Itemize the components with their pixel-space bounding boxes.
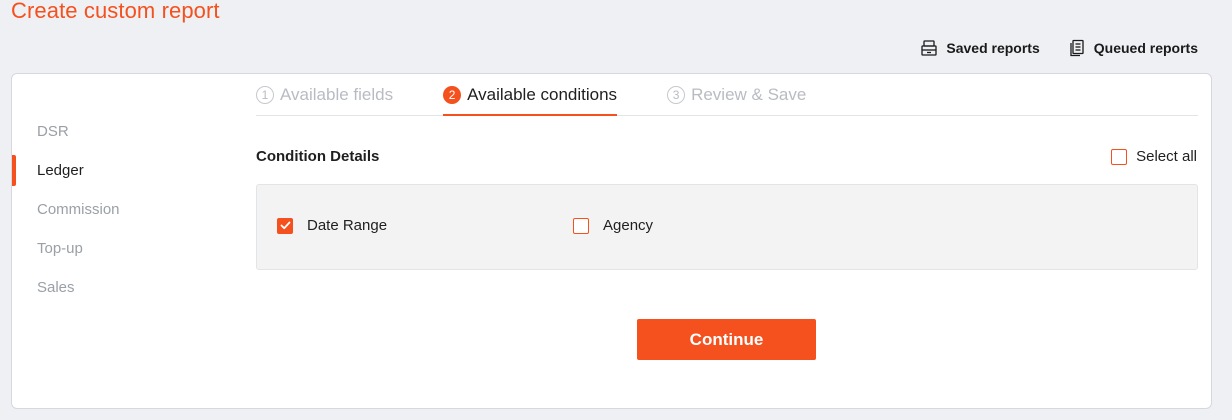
tab-review-and-save[interactable]: 3 Review & Save bbox=[667, 73, 806, 115]
sidebar-item-label: DSR bbox=[37, 123, 69, 140]
sidebar-item-label: Commission bbox=[37, 201, 120, 218]
step-number: 1 bbox=[256, 86, 274, 104]
sidebar-item-label: Top-up bbox=[37, 240, 83, 257]
sidebar-item-ledger[interactable]: Ledger bbox=[12, 151, 212, 190]
report-type-sidebar: DSR Ledger Commission Top-up Sales bbox=[12, 112, 212, 307]
checkmark-icon bbox=[280, 221, 290, 230]
condition-label: Agency bbox=[603, 217, 654, 234]
select-all-checkbox[interactable]: Select all bbox=[1111, 148, 1197, 165]
step-label: Available conditions bbox=[467, 85, 618, 104]
step-label: Review & Save bbox=[691, 85, 807, 104]
sidebar-item-label: Ledger bbox=[37, 162, 84, 179]
condition-agency[interactable]: Agency bbox=[573, 217, 653, 234]
page-title: Create custom report bbox=[11, 0, 220, 23]
step-number: 2 bbox=[443, 86, 462, 104]
saved-reports-label: Saved reports bbox=[946, 40, 1040, 56]
condition-label: Date Range bbox=[307, 217, 388, 234]
step-number: 3 bbox=[667, 86, 686, 104]
checkbox-box[interactable] bbox=[1111, 148, 1128, 165]
section-title: Condition Details bbox=[256, 148, 380, 165]
stack-icon bbox=[920, 39, 938, 57]
document-list-icon bbox=[1068, 39, 1086, 57]
top-actions: Saved reports Queued reports bbox=[920, 39, 1198, 57]
conditions-panel: Date Range Agency bbox=[256, 184, 1198, 270]
tab-available-fields[interactable]: 1 Available fields bbox=[256, 73, 393, 115]
sidebar-item-label: Sales bbox=[37, 279, 75, 296]
tab-available-conditions[interactable]: 2 Available conditions bbox=[443, 73, 618, 116]
checkbox-box[interactable] bbox=[573, 217, 589, 234]
checkbox-box[interactable] bbox=[277, 217, 293, 234]
sidebar-item-top-up[interactable]: Top-up bbox=[12, 229, 212, 268]
sidebar-item-dsr[interactable]: DSR bbox=[12, 112, 212, 151]
sidebar-item-commission[interactable]: Commission bbox=[12, 190, 212, 229]
queued-reports-button[interactable]: Queued reports bbox=[1068, 39, 1198, 57]
sidebar-item-sales[interactable]: Sales bbox=[12, 268, 212, 307]
step-tabs: 1 Available fields 2 Available condition… bbox=[256, 74, 1198, 116]
step-label: Available fields bbox=[280, 85, 394, 104]
condition-date-range[interactable]: Date Range bbox=[277, 217, 387, 234]
saved-reports-button[interactable]: Saved reports bbox=[920, 39, 1040, 57]
report-card: DSR Ledger Commission Top-up Sales 1 Ava… bbox=[11, 73, 1212, 409]
queued-reports-label: Queued reports bbox=[1093, 40, 1198, 56]
select-all-label: Select all bbox=[1136, 148, 1197, 165]
continue-button[interactable]: Continue bbox=[637, 319, 816, 360]
